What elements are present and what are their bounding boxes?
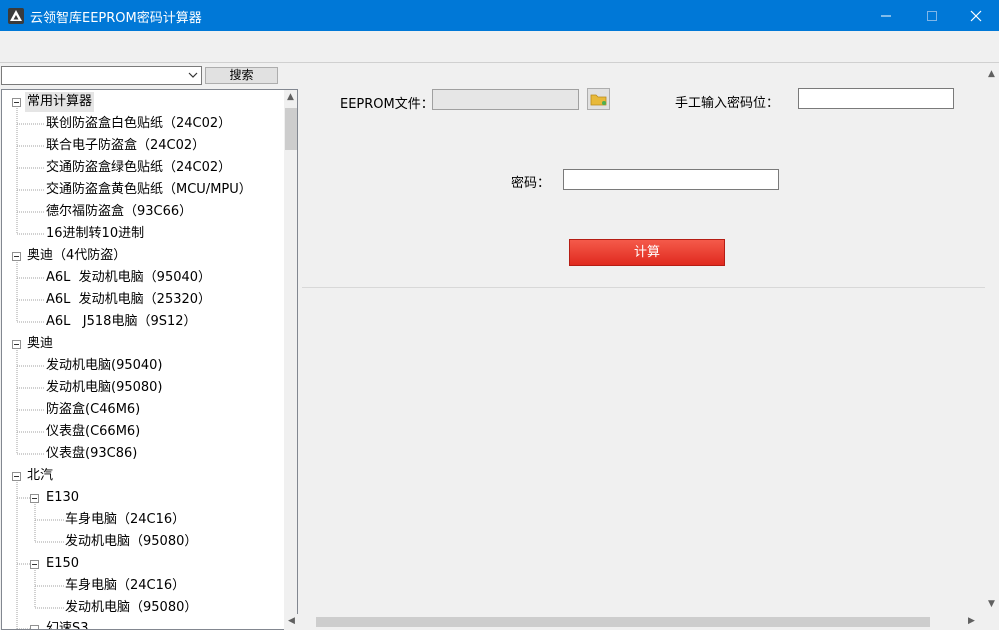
tree-item[interactable]: 德尔福防盗盒（93C66）	[46, 202, 192, 222]
eeprom-file-field	[432, 89, 579, 110]
tree-item[interactable]: A6L J518电脑（9S12）	[46, 312, 197, 332]
tree-item[interactable]: 交通防盗盒黄色贴纸（MCU/MPU）	[46, 180, 252, 200]
collapse-icon[interactable]	[30, 625, 39, 629]
menu-bar	[0, 31, 999, 63]
main-vertical-scrollbar[interactable]: ▲ ▼	[986, 66, 999, 614]
tree-subcategory[interactable]: E130	[46, 488, 79, 508]
tree-vertical-scrollbar[interactable]: ▲	[284, 90, 297, 629]
tree-subcategory[interactable]: E150	[46, 554, 79, 574]
folder-icon	[590, 94, 607, 106]
scroll-left-icon[interactable]: ◀	[288, 616, 295, 626]
collapse-icon[interactable]	[12, 472, 21, 481]
collapse-icon[interactable]	[12, 98, 21, 107]
calculate-button[interactable]: 计算	[569, 239, 725, 266]
browse-file-button[interactable]	[587, 88, 610, 110]
scroll-up-icon[interactable]: ▲	[287, 92, 294, 102]
tree-category[interactable]: 奥迪	[27, 334, 53, 354]
minimize-button[interactable]	[863, 0, 909, 31]
tree-item[interactable]: 车身电脑（24C16）	[65, 576, 185, 596]
calculator-panel: EEPROM文件： 手工输入密码位： 密码： 计算	[300, 66, 999, 630]
manual-password-label: 手工输入密码位：	[675, 96, 780, 111]
maximize-button[interactable]	[909, 0, 955, 31]
manual-password-input[interactable]	[798, 88, 954, 109]
window-title: 云领智库EEPROM密码计算器	[30, 11, 202, 26]
tree-item[interactable]: A6L 发动机电脑（25320）	[46, 290, 211, 310]
password-label: 密码：	[511, 176, 551, 191]
tree-item[interactable]: 16进制转10进制	[46, 224, 144, 244]
horizontal-scrollbar[interactable]: ◀ ▶	[284, 614, 986, 630]
output-area	[302, 287, 985, 617]
collapse-icon[interactable]	[30, 560, 39, 569]
tree-category[interactable]: 北汽	[27, 466, 53, 486]
tree-item[interactable]: A6L 发动机电脑（95040）	[46, 268, 211, 288]
tree-scroll-thumb[interactable]	[285, 108, 297, 150]
chevron-down-icon[interactable]	[188, 69, 198, 84]
scroll-down-icon[interactable]: ▼	[988, 599, 995, 609]
tree-category[interactable]: 常用计算器	[25, 92, 95, 112]
tree-item[interactable]: 交通防盗盒绿色贴纸（24C02）	[46, 158, 231, 178]
collapse-icon[interactable]	[12, 252, 21, 261]
app-logo-icon	[8, 8, 24, 24]
tree-item[interactable]: 联合电子防盗盒（24C02）	[46, 136, 205, 156]
tree-item[interactable]: 车身电脑（24C16）	[65, 510, 185, 530]
tree-category[interactable]: 奥迪（4代防盗）	[27, 246, 126, 266]
tree-item[interactable]: 发动机电脑(95080)	[46, 378, 163, 398]
search-button[interactable]: 搜索	[205, 67, 278, 84]
scroll-up-icon[interactable]: ▲	[988, 69, 995, 79]
tree-item[interactable]: 发动机电脑（95080）	[65, 532, 197, 552]
scroll-right-icon[interactable]: ▶	[968, 616, 975, 626]
search-combobox[interactable]	[1, 66, 202, 85]
collapse-icon[interactable]	[12, 340, 21, 349]
tree-item[interactable]: 发动机电脑(95040)	[46, 356, 163, 376]
tree-item[interactable]: 仪表盘(C66M6)	[46, 422, 140, 442]
close-button[interactable]	[953, 0, 999, 31]
eeprom-file-label: EEPROM文件：	[340, 97, 434, 112]
calculator-tree[interactable]: 常用计算器 联创防盗盒白色贴纸（24C02） 联合电子防盗盒（24C02） 交通…	[1, 89, 298, 630]
collapse-icon[interactable]	[30, 494, 39, 503]
tree-item[interactable]: 联创防盗盒白色贴纸（24C02）	[46, 114, 231, 134]
title-bar: 云领智库EEPROM密码计算器	[0, 0, 999, 31]
tree-item[interactable]: 发动机电脑（95080）	[65, 598, 197, 618]
password-output[interactable]	[563, 169, 779, 190]
horizontal-scroll-thumb[interactable]	[316, 617, 930, 627]
tree-subcategory[interactable]: 幻速S3	[46, 619, 89, 629]
tree-item[interactable]: 防盗盒(C46M6)	[46, 400, 140, 420]
tree-item[interactable]: 仪表盘(93C86)	[46, 444, 137, 464]
